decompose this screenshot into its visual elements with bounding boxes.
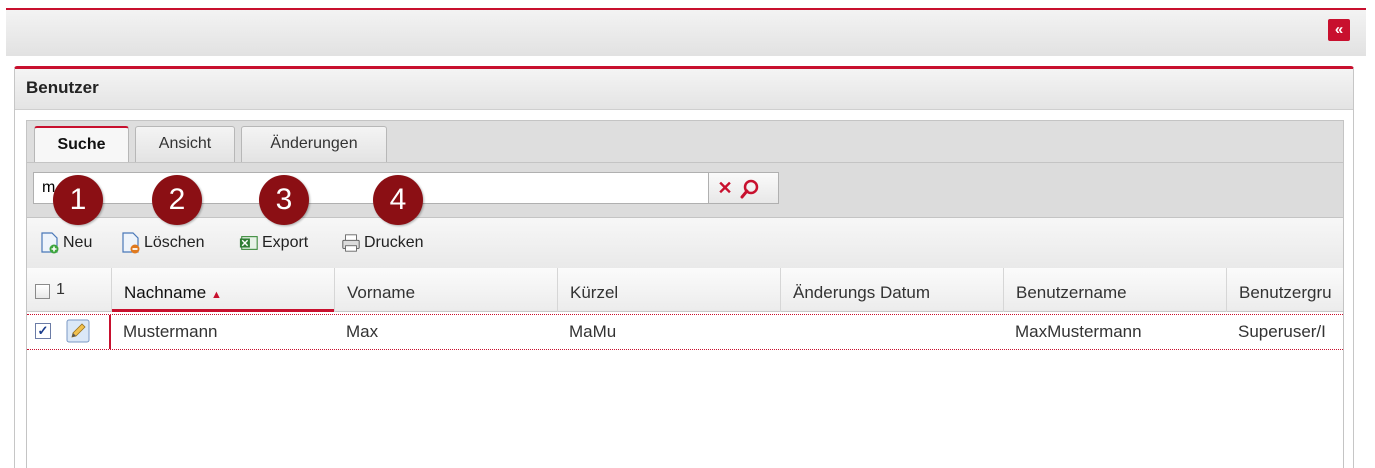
column-header-nachname[interactable]: Nachname ▲ [111,268,334,312]
panel-title: Benutzer [26,78,99,97]
export-button[interactable]: Export [239,230,308,256]
column-header-kuerzel[interactable]: Kürzel [557,268,780,312]
sort-indicator [112,309,334,312]
print-button[interactable]: Drucken [341,230,424,256]
column-header-benutzername[interactable]: Benutzername [1003,268,1226,312]
print-label: Drucken [364,234,424,251]
cell-nachname: Mustermann [123,322,218,341]
delete-document-icon [122,232,140,254]
tab-ansicht[interactable]: Ansicht [135,126,235,162]
tab-aenderungen[interactable]: Änderungen [241,126,387,162]
column-header-vorname[interactable]: Vorname [334,268,557,312]
export-label: Export [262,234,309,251]
row-checkbox[interactable]: ✓ [35,323,51,339]
magnifier-icon[interactable] [738,177,762,201]
printer-icon [342,234,360,252]
cell-benutzergruppe: Superuser/I [1238,322,1326,341]
collapse-panel-button[interactable]: « [1328,19,1350,41]
sort-ascending-icon: ▲ [210,289,222,301]
callout-marker-1: 1 [53,175,103,225]
select-all-checkbox[interactable] [35,284,50,299]
edit-icon[interactable] [66,319,90,343]
excel-icon [239,236,258,250]
new-button[interactable]: Neu [40,230,92,256]
cell-vorname: Max [346,322,379,341]
callout-marker-2: 2 [152,175,202,225]
cell-kuerzel: MaMu [569,322,617,341]
column-label: Nachname [124,283,207,302]
column-header-aenderungs-datum[interactable]: Änderungs Datum [780,268,1003,312]
delete-label: Löschen [144,234,205,251]
panel-header [15,69,1353,110]
clear-icon[interactable]: ✕ [715,177,735,199]
new-document-icon [41,232,59,254]
action-toolbar [26,218,1344,268]
new-label: Neu [63,234,93,251]
tab-suche[interactable]: Suche [34,126,129,163]
delete-button[interactable]: Löschen [121,230,205,256]
column-header-benutzergruppe[interactable]: Benutzergru [1226,268,1343,312]
top-toolbar [6,8,1366,56]
cell-aenderungs-datum [780,314,1003,350]
cell-benutzername: MaxMustermann [1015,322,1142,341]
selected-count: 1 [56,281,65,298]
callout-marker-4: 4 [373,175,423,225]
callout-marker-3: 3 [259,175,309,225]
search-input[interactable] [33,172,709,204]
